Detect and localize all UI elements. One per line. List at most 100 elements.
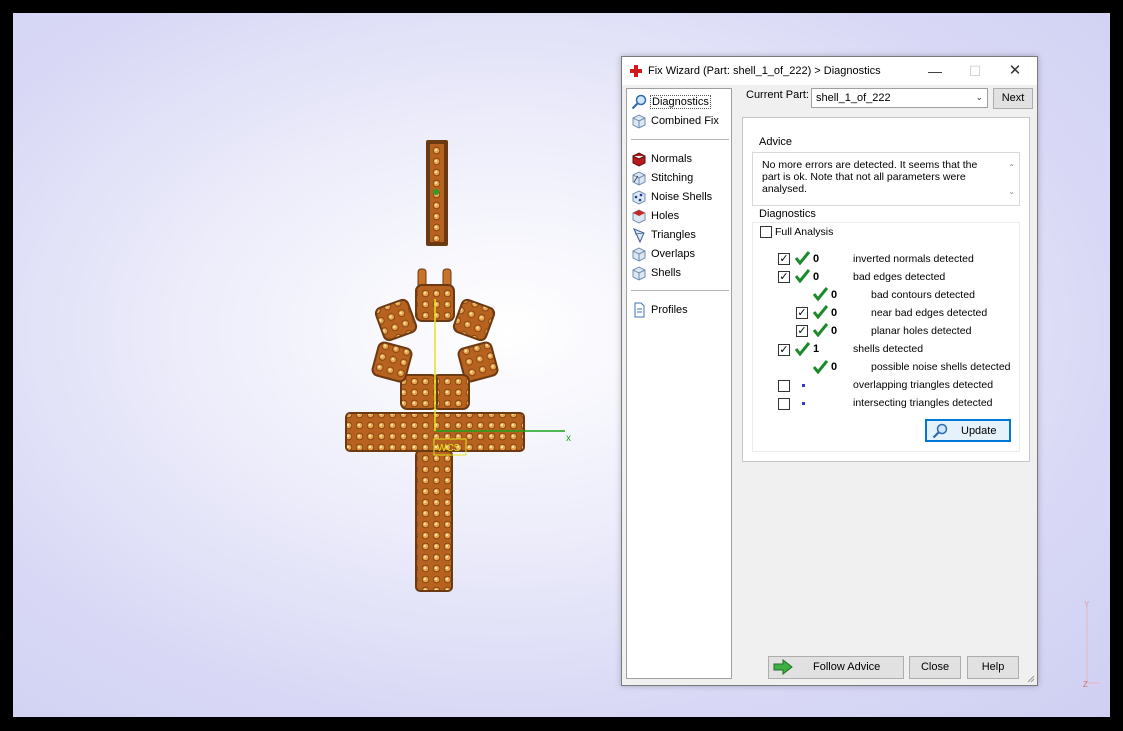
bad-contours-count: 0 bbox=[831, 289, 838, 301]
inverted-normals-label: inverted normals detected bbox=[853, 253, 974, 265]
nav-item-overlaps[interactable]: Overlaps bbox=[631, 245, 695, 263]
check-ok-icon bbox=[813, 305, 828, 319]
nav-item-diagnostics[interactable]: Diagnostics bbox=[631, 93, 711, 111]
check-ok-icon bbox=[813, 323, 828, 337]
planar-holes-label: planar holes detected bbox=[871, 325, 972, 337]
nav-label: Noise Shells bbox=[651, 191, 713, 203]
current-part-value: shell_1_of_222 bbox=[816, 92, 891, 104]
overlaps-cube-icon bbox=[632, 247, 646, 262]
shells-cube-icon bbox=[632, 266, 646, 281]
red-cross-icon bbox=[630, 65, 642, 77]
intersecting-triangles-checkbox[interactable] bbox=[778, 398, 790, 410]
ankh-shaft bbox=[415, 450, 453, 592]
nav-item-noise-shells[interactable]: Noise Shells bbox=[631, 188, 712, 206]
update-button[interactable]: Update bbox=[925, 419, 1011, 442]
document-icon bbox=[634, 302, 645, 318]
wcs-label: WCS bbox=[437, 443, 461, 454]
resize-grip-icon[interactable] bbox=[1025, 673, 1035, 683]
magnifier-icon bbox=[932, 423, 948, 439]
near-bad-edges-label: near bad edges detected bbox=[871, 307, 988, 319]
update-label: Update bbox=[961, 425, 997, 437]
stitching-cube-icon bbox=[632, 171, 646, 186]
check-ok-icon bbox=[813, 287, 828, 301]
near-bad-edges-checkbox[interactable]: ✓ bbox=[796, 307, 808, 319]
planar-holes-checkbox[interactable]: ✓ bbox=[796, 325, 808, 337]
advice-title: Advice bbox=[759, 136, 793, 148]
title-bar[interactable]: Fix Wizard (Part: shell_1_of_222) > Diag… bbox=[622, 57, 1037, 85]
planar-holes-count: 0 bbox=[831, 325, 838, 337]
dialog-title: Fix Wizard (Part: shell_1_of_222) > Diag… bbox=[648, 65, 881, 77]
inverted-normals-count: 0 bbox=[813, 253, 820, 265]
magnifier-icon bbox=[631, 94, 647, 110]
nav-label: Combined Fix bbox=[651, 115, 719, 127]
check-ok-icon bbox=[795, 269, 810, 283]
diagnostics-title: Diagnostics bbox=[759, 208, 816, 220]
nav-label: Overlaps bbox=[651, 248, 696, 260]
inverted-normals-checkbox[interactable]: ✓ bbox=[778, 253, 790, 265]
current-part-select[interactable]: shell_1_of_222 ⌄ bbox=[811, 88, 988, 108]
noise-shells-label: possible noise shells detected bbox=[871, 361, 1011, 373]
fix-wizard-dialog: Fix Wizard (Part: shell_1_of_222) > Diag… bbox=[621, 56, 1038, 686]
not-analysed-marker bbox=[802, 384, 805, 387]
green-arrow-icon bbox=[773, 659, 793, 675]
advice-box[interactable]: No more errors are detected. It seems th… bbox=[752, 152, 1020, 206]
shells-count: 1 bbox=[813, 343, 820, 355]
check-ok-icon bbox=[795, 342, 810, 356]
full-analysis-label: Full Analysis bbox=[775, 226, 834, 238]
nav-item-shells[interactable]: Shells bbox=[631, 264, 681, 282]
nav-item-combined-fix[interactable]: Combined Fix bbox=[631, 112, 719, 130]
follow-advice-label: Follow Advice bbox=[813, 661, 881, 673]
follow-advice-button[interactable]: Follow Advice bbox=[768, 656, 904, 679]
diagnostics-panel: Advice No more errors are detected. It s… bbox=[742, 117, 1030, 462]
nav-separator bbox=[631, 290, 729, 291]
holes-cube-icon bbox=[632, 209, 646, 224]
advice-text: No more errors are detected. It seems th… bbox=[762, 159, 978, 195]
nav-label: Profiles bbox=[651, 304, 688, 316]
nav-item-stitching[interactable]: Stitching bbox=[631, 169, 693, 187]
corner-z-label: Z bbox=[1083, 680, 1088, 689]
next-button[interactable]: Next bbox=[993, 88, 1033, 109]
scroll-down-icon[interactable]: ⌄ bbox=[1008, 187, 1015, 196]
nav-label: Triangles bbox=[651, 229, 696, 241]
not-analysed-marker bbox=[802, 402, 805, 405]
overlapping-triangles-checkbox[interactable] bbox=[778, 380, 790, 392]
help-button[interactable]: Help bbox=[967, 656, 1019, 679]
wizard-navigation: Diagnostics Combined Fix Normals Stitchi… bbox=[626, 88, 732, 679]
nav-item-profiles[interactable]: Profiles bbox=[631, 301, 688, 319]
close-window-button[interactable]: ✕ bbox=[1000, 61, 1030, 81]
bad-contours-label: bad contours detected bbox=[871, 289, 975, 301]
minimize-button[interactable]: — bbox=[920, 61, 950, 81]
scroll-up-icon[interactable]: ⌃ bbox=[1008, 163, 1015, 172]
current-part-label: Current Part: bbox=[746, 89, 809, 101]
normals-cube-icon bbox=[632, 152, 646, 167]
bail-piece bbox=[426, 140, 448, 246]
nav-item-holes[interactable]: Holes bbox=[631, 207, 679, 225]
nav-label: Diagnostics bbox=[650, 95, 711, 109]
noise-shells-icon bbox=[632, 190, 646, 205]
check-ok-icon bbox=[813, 360, 828, 374]
overlapping-triangles-label: overlapping triangles detected bbox=[853, 379, 994, 391]
shells-label: shells detected bbox=[853, 343, 924, 355]
nav-item-triangles[interactable]: Triangles bbox=[631, 226, 696, 244]
nav-label: Normals bbox=[651, 153, 692, 165]
near-bad-edges-count: 0 bbox=[831, 307, 838, 319]
full-analysis-checkbox[interactable] bbox=[760, 226, 772, 238]
noise-shells-count: 0 bbox=[831, 361, 838, 373]
bad-edges-count: 0 bbox=[813, 271, 820, 283]
corner-y-label: Y bbox=[1084, 600, 1090, 609]
bad-edges-checkbox[interactable]: ✓ bbox=[778, 271, 790, 283]
ankh-pendant-model[interactable]: WCS x bbox=[13, 13, 613, 717]
bad-edges-label: bad edges detected bbox=[853, 271, 946, 283]
shells-checkbox[interactable]: ✓ bbox=[778, 344, 790, 356]
nav-label: Stitching bbox=[651, 172, 694, 184]
triangles-icon bbox=[633, 228, 645, 243]
intersecting-triangles-label: intersecting triangles detected bbox=[853, 397, 993, 409]
corner-axis-indicator: Y Z bbox=[1083, 600, 1100, 689]
nav-label: Shells bbox=[651, 267, 681, 279]
chevron-down-icon: ⌄ bbox=[975, 92, 983, 102]
cube-icon bbox=[632, 114, 646, 129]
nav-item-normals[interactable]: Normals bbox=[631, 150, 692, 168]
nav-label: Holes bbox=[651, 210, 680, 222]
close-button[interactable]: Close bbox=[909, 656, 961, 679]
maximize-button[interactable]: ☐ bbox=[960, 61, 990, 81]
